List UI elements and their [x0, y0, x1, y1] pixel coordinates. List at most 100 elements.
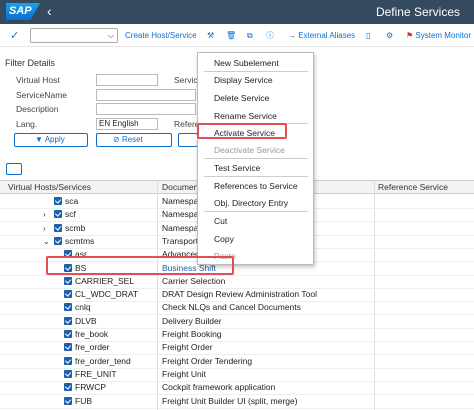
- menu-item-obj-directory[interactable]: Obj. Directory Entry: [214, 198, 288, 208]
- check-icon[interactable]: ✓: [10, 28, 19, 44]
- service-icon: [64, 343, 72, 351]
- menu-item-display-service[interactable]: Display Service: [214, 75, 273, 85]
- service-description: Carrier Selection: [162, 276, 226, 286]
- more-button[interactable]: [178, 133, 198, 147]
- table-row[interactable]: CARRIER_SEL Carrier Selection: [0, 275, 474, 288]
- menu-item-references[interactable]: References to Service: [214, 181, 298, 191]
- service-name-input[interactable]: [96, 89, 196, 101]
- context-menu: New Subelement Display Service Delete Se…: [197, 52, 314, 265]
- service-description: Freight Order: [162, 342, 213, 352]
- service-name: FRE_UNIT: [75, 369, 117, 379]
- service-name: fre_order: [75, 342, 110, 352]
- table-row[interactable]: DLVB Delivery Builder: [0, 315, 474, 328]
- table-row[interactable]: FRE_UNIT Freight Unit: [0, 368, 474, 381]
- description-label: Description: [16, 104, 59, 114]
- reset-icon: ⊘: [113, 135, 120, 144]
- column-header-doc: Documen: [162, 182, 199, 192]
- menu-item-rename-service[interactable]: Rename Service: [214, 111, 277, 121]
- wrench-icon[interactable]: ⚙: [386, 28, 393, 44]
- table-row[interactable]: fre_order_tend Freight Order Tendering: [0, 355, 474, 368]
- external-aliases-button[interactable]: → External Aliases: [288, 28, 355, 44]
- table-settings-icon[interactable]: [6, 163, 22, 175]
- sap-logo: SAP: [6, 3, 40, 20]
- service-icon: [64, 370, 72, 378]
- create-host-button[interactable]: Create Host/Service: [125, 28, 197, 44]
- expand-icon[interactable]: ›: [43, 222, 46, 235]
- external-aliases-label: External Aliases: [298, 31, 356, 40]
- filter-icon: ▼: [35, 135, 43, 144]
- reset-button[interactable]: ⊘ Reset: [96, 133, 172, 147]
- system-monitor-button[interactable]: ⚑ System Monitor: [406, 28, 471, 44]
- column-header-hosts: Virtual Hosts/Services: [8, 182, 91, 192]
- service-name: scf: [65, 209, 76, 219]
- service-icon: [64, 330, 72, 338]
- service-description: Delivery Builder: [162, 316, 222, 326]
- menu-item-cut[interactable]: Cut: [214, 216, 227, 226]
- menu-item-delete-service[interactable]: Delete Service: [214, 93, 269, 103]
- service-icon: [64, 303, 72, 311]
- column-header-reference: Reference Service: [378, 182, 448, 192]
- table-row[interactable]: fre_order Freight Order: [0, 341, 474, 354]
- virtual-host-label: Virtual Host: [16, 75, 60, 85]
- service-name: DLVB: [75, 316, 97, 326]
- copy-icon[interactable]: ⧉: [247, 28, 253, 44]
- service-name: scmb: [65, 223, 86, 233]
- tools-icon[interactable]: ⚒: [207, 28, 214, 44]
- service-name: fre_order_tend: [75, 356, 131, 366]
- service-icon: [64, 383, 72, 391]
- reference-label: Refere: [174, 119, 200, 129]
- service-icon: [54, 197, 62, 205]
- service-icon: [64, 290, 72, 298]
- service-description: DRAT Design Review Administration Tool: [162, 289, 317, 299]
- service-description: Check NLQs and Cancel Documents: [162, 302, 301, 312]
- chevron-down-icon: ⌵: [107, 31, 114, 40]
- service-name: scmtms: [65, 236, 95, 246]
- service-name: CARRIER_SEL: [75, 276, 135, 286]
- table-row[interactable]: CL_WDC_DRAT DRAT Design Review Administra…: [0, 288, 474, 301]
- page-title: Define Services: [375, 5, 460, 19]
- service-description: Freight Unit Builder UI (split, merge): [162, 396, 298, 406]
- service-icon: [64, 357, 72, 365]
- back-icon[interactable]: ‹: [47, 3, 52, 20]
- menu-item-copy[interactable]: Copy: [214, 234, 234, 244]
- virtual-host-input[interactable]: [96, 74, 158, 86]
- service-icon: [64, 277, 72, 285]
- table-row[interactable]: FRWCP Cockpit framework application: [0, 381, 474, 394]
- service-description: Freight Unit: [162, 369, 206, 379]
- table-row[interactable]: FUB Freight Unit Builder UI (split, merge…: [0, 395, 474, 408]
- description-input[interactable]: [96, 103, 196, 115]
- expand-icon[interactable]: ›: [43, 208, 46, 221]
- service-name: FUB: [75, 396, 92, 406]
- menu-item-test-service[interactable]: Test Service: [214, 163, 260, 173]
- service-description: Transport: [162, 236, 199, 246]
- table-row[interactable]: fre_book Freight Booking: [0, 328, 474, 341]
- lang-select[interactable]: EN English: [96, 118, 158, 130]
- service-name: cnlq: [75, 302, 91, 312]
- service-icon: [64, 397, 72, 405]
- service-name: CL_WDC_DRAT: [75, 289, 139, 299]
- shell-bar: SAP ‹ Define Services: [0, 0, 474, 24]
- menu-item-deactivate-service: Deactivate Service: [214, 145, 285, 155]
- service-label: Servic: [174, 75, 198, 85]
- service-name-label: ServiceName: [16, 90, 68, 100]
- delete-icon[interactable]: 🗑: [226, 28, 236, 44]
- menu-item-new-subelement[interactable]: New Subelement: [214, 58, 279, 68]
- filter-details-title: Filter Details: [5, 58, 56, 68]
- service-icon: [54, 237, 62, 245]
- menu-separator: [204, 211, 308, 212]
- command-field[interactable]: ⌵: [30, 28, 118, 43]
- bookmark-icon[interactable]: ▯: [366, 28, 370, 44]
- service-name: sca: [65, 196, 79, 206]
- collapse-icon[interactable]: ⌄: [43, 235, 50, 248]
- menu-separator: [204, 71, 308, 72]
- apply-button[interactable]: ▼ Apply: [14, 133, 88, 147]
- highlight-bs-row: [46, 256, 234, 275]
- table-row[interactable]: cnlq Check NLQs and Cancel Documents: [0, 301, 474, 314]
- info-icon[interactable]: ⓘ: [266, 28, 274, 44]
- service-name: fre_book: [75, 329, 109, 339]
- apply-label: Apply: [44, 135, 65, 144]
- service-description: Namespa: [162, 223, 199, 233]
- service-icon: [64, 317, 72, 325]
- reset-label: Reset: [121, 135, 143, 144]
- service-icon: [54, 224, 62, 232]
